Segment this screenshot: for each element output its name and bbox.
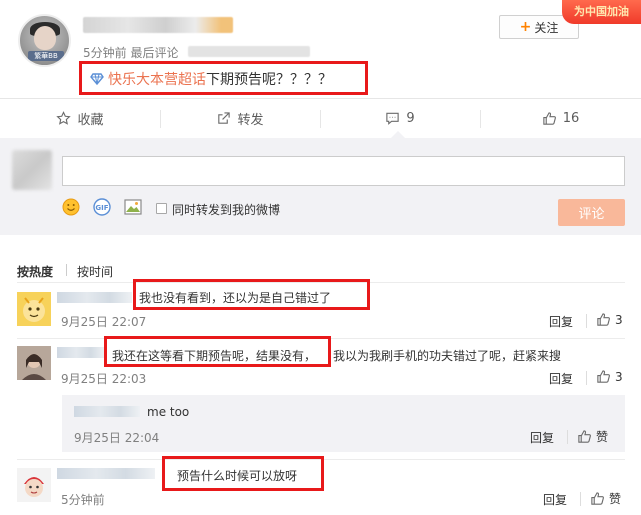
comment-composer	[0, 138, 641, 235]
highlight-box-comment	[133, 279, 370, 310]
highlight-box-post	[79, 61, 368, 95]
last-commenter-blurred	[188, 46, 310, 57]
thumbs-up-icon	[543, 112, 556, 125]
follow-label: 关注	[534, 20, 559, 35]
like-count: 16	[562, 111, 580, 126]
collect-button[interactable]: 收藏	[0, 99, 160, 138]
comment-count: 9	[406, 111, 415, 126]
comment-like-count: 3	[615, 369, 623, 384]
reply-button[interactable]: 回复	[549, 370, 573, 387]
repost-button[interactable]: 转发	[160, 99, 320, 138]
image-icon[interactable]	[124, 199, 142, 215]
sub-reply-text: me too	[147, 405, 190, 419]
commenter-name-blurred[interactable]	[57, 292, 132, 303]
reply-button[interactable]: 回复	[543, 491, 567, 508]
gif-icon[interactable]: GIF	[93, 198, 111, 216]
action-separator	[586, 371, 587, 385]
my-avatar-blurred	[12, 150, 52, 190]
thumbs-up-icon	[578, 430, 591, 443]
comment-pointer	[391, 131, 405, 138]
svg-text:GIF: GIF	[95, 204, 108, 212]
author-avatar[interactable]: 繁華BB	[18, 14, 71, 67]
sub-reply-like-button[interactable]: 赞	[577, 428, 608, 445]
plus-icon: +	[519, 19, 532, 35]
highlight-box-comment	[162, 456, 324, 491]
comment-time: 9月25日 22:07	[61, 315, 147, 329]
comment-like-button[interactable]: 3	[596, 312, 623, 327]
reply-button[interactable]: 回复	[549, 313, 573, 330]
thumbs-up-icon	[591, 492, 604, 505]
comment-like-count: 3	[615, 312, 623, 327]
collect-label: 收藏	[77, 113, 104, 128]
author-name-blurred[interactable]	[83, 17, 233, 33]
commenter-avatar[interactable]	[17, 292, 51, 326]
comment-text-continued: 我以为我刷手机的功夫错过了呢，赶紧来搜	[333, 349, 562, 363]
sort-by-time[interactable]: 按时间	[77, 263, 113, 280]
repost-icon	[218, 112, 231, 124]
avatar-tag: 繁華BB	[28, 51, 64, 61]
comment-input[interactable]	[62, 156, 625, 186]
comment-like-button[interactable]: 3	[596, 369, 623, 384]
commenter-avatar[interactable]	[17, 468, 51, 502]
commenter-name-blurred[interactable]	[57, 468, 155, 479]
action-separator	[580, 492, 581, 506]
submit-comment-button[interactable]: 评论	[558, 199, 625, 226]
sub-reply-like-label: 赞	[596, 430, 609, 444]
action-separator	[586, 314, 587, 328]
emoji-icon[interactable]	[62, 198, 80, 216]
reply-button[interactable]: 回复	[530, 429, 554, 446]
post-meta: 5分钟前 最后评论	[83, 46, 179, 60]
sort-by-hot[interactable]: 按热度	[17, 263, 53, 280]
sort-separator	[66, 264, 67, 276]
star-icon	[56, 111, 72, 125]
repost-also-checkbox[interactable]	[156, 203, 167, 214]
action-bar: 收藏 转发 9 16	[0, 99, 641, 138]
comment-like-button[interactable]: 赞	[590, 490, 621, 507]
comment-icon	[386, 112, 400, 125]
avatar-face	[34, 26, 56, 50]
like-button[interactable]: 16	[480, 99, 641, 138]
thumbs-up-icon	[597, 370, 610, 383]
repost-also-label: 同时转发到我的微博	[172, 203, 281, 217]
action-separator	[567, 430, 568, 444]
commenter-name-blurred[interactable]	[57, 347, 105, 358]
repost-label: 转发	[237, 113, 264, 128]
promo-banner: 为中国加油	[562, 0, 641, 24]
comment-like-label: 赞	[609, 492, 622, 506]
comment-time: 9月25日 22:03	[61, 372, 147, 386]
thumbs-up-icon	[597, 313, 610, 326]
sub-replier-name-blurred[interactable]	[74, 406, 140, 417]
commenter-avatar[interactable]	[17, 346, 51, 380]
comment-time: 5分钟前	[61, 493, 105, 507]
sub-reply-time: 9月25日 22:04	[74, 431, 160, 445]
highlight-box-comment	[104, 336, 331, 367]
